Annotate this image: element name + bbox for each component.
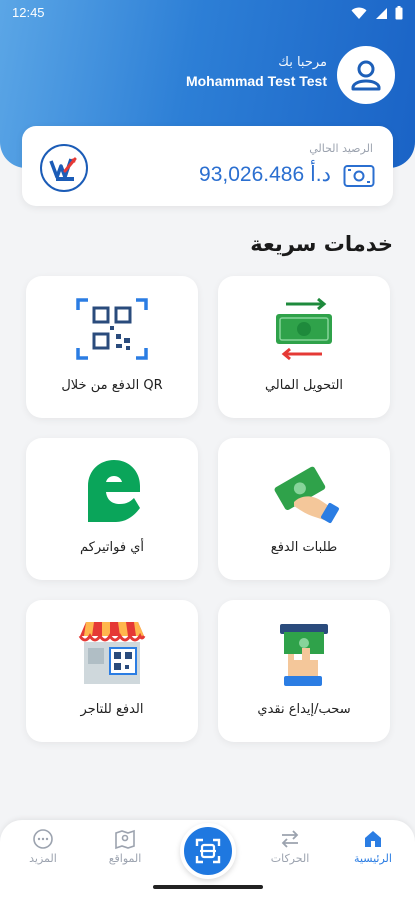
scan-button[interactable] bbox=[180, 823, 236, 879]
tile-label: أي فواتيركم bbox=[79, 540, 145, 555]
tile-cash-withdraw[interactable]: سحب/إيداع نقدي bbox=[218, 600, 390, 742]
avatar[interactable] bbox=[337, 46, 395, 104]
wifi-icon bbox=[351, 7, 367, 19]
tile-label: التحويل المالي bbox=[264, 378, 344, 393]
balance-label: الرصيد الحالي bbox=[309, 142, 373, 155]
nav-label: الحركات bbox=[270, 852, 310, 865]
scan-icon bbox=[195, 838, 221, 864]
tile-label: الدفع للتاجر bbox=[80, 702, 144, 717]
cash-withdraw-icon bbox=[280, 624, 328, 686]
wallet-logo-icon bbox=[49, 157, 77, 181]
status-time: 12:45 bbox=[12, 5, 45, 20]
tile-label: سحب/إيداع نقدي bbox=[257, 702, 351, 717]
home-indicator bbox=[153, 885, 263, 889]
section-title: خدمات سريعة bbox=[250, 232, 393, 256]
tile-efawateercom[interactable]: أي فواتيركم bbox=[26, 438, 198, 580]
nav-locations[interactable]: المواقع bbox=[90, 826, 160, 865]
greeting-text: مرحبا بك bbox=[278, 55, 327, 70]
signal-icon bbox=[376, 7, 387, 19]
money-transfer-icon bbox=[276, 297, 332, 361]
nav-label: المزيد bbox=[29, 852, 57, 865]
more-icon bbox=[33, 829, 53, 849]
home-icon bbox=[365, 831, 381, 847]
tile-label: طلبات الدفع bbox=[270, 540, 338, 555]
tile-qr-payment[interactable]: الدفع من خلال QR bbox=[26, 276, 198, 418]
tile-payment-requests[interactable]: طلبات الدفع bbox=[218, 438, 390, 580]
cash-icon bbox=[343, 165, 375, 187]
balance-card: الرصيد الحالي 93,026.486 د.أ bbox=[22, 126, 393, 206]
status-icons bbox=[351, 6, 403, 20]
transactions-icon bbox=[281, 830, 299, 848]
payment-request-icon bbox=[274, 466, 339, 524]
user-name: Mohammad Test Test bbox=[185, 73, 327, 89]
merchant-store-icon bbox=[78, 622, 146, 684]
nav-label: المواقع bbox=[108, 852, 142, 865]
qr-code-icon bbox=[76, 298, 148, 360]
nav-more[interactable]: المزيد bbox=[8, 826, 78, 865]
nav-transactions[interactable]: الحركات bbox=[255, 826, 325, 865]
tile-money-transfer[interactable]: التحويل المالي bbox=[218, 276, 390, 418]
efawateercom-icon bbox=[88, 460, 140, 522]
battery-icon bbox=[395, 6, 403, 20]
status-bar: 12:45 bbox=[0, 0, 415, 28]
user-profile-icon bbox=[341, 50, 391, 100]
bank-logo bbox=[40, 144, 88, 192]
balance-amount: 93,026.486 د.أ bbox=[199, 163, 331, 186]
tile-merchant-payment[interactable]: الدفع للتاجر bbox=[26, 600, 198, 742]
tile-label: الدفع من خلال QR bbox=[61, 378, 163, 393]
nav-home[interactable]: الرئيسية bbox=[338, 826, 408, 865]
map-icon bbox=[115, 829, 135, 850]
greeting: مرحبا بك Mohammad Test Test bbox=[186, 55, 327, 89]
nav-label: الرئيسية bbox=[354, 852, 392, 865]
